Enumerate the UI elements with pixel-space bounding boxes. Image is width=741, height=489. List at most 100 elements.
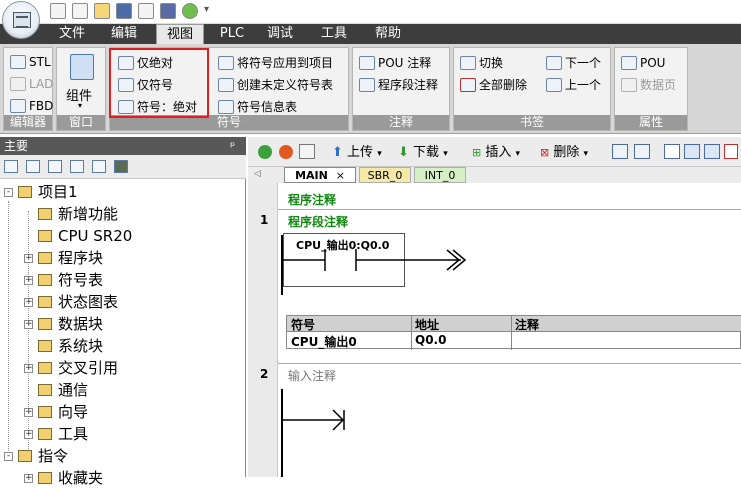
- tree-item[interactable]: 新增功能: [0, 203, 240, 225]
- tree-item[interactable]: + 程序块: [0, 247, 240, 269]
- apply-symbols-button[interactable]: 将符号应用到项目: [218, 53, 333, 73]
- tree-node-icon: [38, 406, 52, 418]
- compile-icon[interactable]: [299, 144, 315, 159]
- insert-button[interactable]: ⊞ 插入 ▾: [472, 144, 520, 162]
- run-icon[interactable]: [258, 145, 272, 159]
- upload-button[interactable]: ⬆ 上传 ▾: [332, 144, 382, 162]
- expand-icon[interactable]: +: [24, 254, 33, 263]
- menu-tab-help[interactable]: 帮助: [368, 24, 408, 44]
- pou-comment-label: POU 注释: [378, 56, 432, 70]
- menu-tab-plc[interactable]: PLC: [212, 24, 252, 44]
- menu-tab-tools[interactable]: 工具: [314, 24, 354, 44]
- tab-sbr0[interactable]: SBR_0: [359, 167, 411, 183]
- toggle-label: 切换: [479, 56, 504, 70]
- previous-label: 上一个: [565, 78, 602, 92]
- next-bookmark-button[interactable]: 下一个: [546, 53, 601, 73]
- view-icon-3[interactable]: [48, 160, 62, 173]
- tree-node-icon: [38, 362, 52, 374]
- tree-item[interactable]: - 项目1: [0, 181, 240, 203]
- lad-button[interactable]: LAD: [10, 74, 53, 94]
- open-folder-icon[interactable]: [94, 3, 110, 19]
- network-comment-placeholder[interactable]: 输入注释: [288, 367, 336, 384]
- network-comment[interactable]: 程序段注释: [288, 213, 348, 230]
- bookmark-next-icon[interactable]: [704, 144, 720, 159]
- pin-icon[interactable]: ᵖ: [230, 137, 235, 155]
- quick-access-dropdown-icon[interactable]: ▾: [204, 4, 209, 15]
- bookmark-toggle-icon[interactable]: [664, 144, 680, 159]
- tree-item-label: 向导: [58, 403, 89, 421]
- bookmark-prev-icon[interactable]: [684, 144, 700, 159]
- expand-icon[interactable]: +: [24, 364, 33, 373]
- fbd-label: FBD: [29, 99, 54, 113]
- app-logo[interactable]: [2, 1, 40, 39]
- component-dropdown-icon[interactable]: ▾: [78, 101, 82, 110]
- program-comment[interactable]: 程序注释: [288, 191, 336, 208]
- tree-item[interactable]: + 数据块: [0, 313, 240, 335]
- print-icon[interactable]: [138, 3, 154, 19]
- ladder-editor[interactable]: 程序注释 1 程序段注释 CPU_输出0:Q0.0 符号 地址 注释 CPU_输…: [248, 183, 741, 477]
- download-button[interactable]: ⬇ 下载 ▾: [398, 144, 448, 162]
- run-icon[interactable]: [160, 3, 176, 19]
- expand-icon[interactable]: +: [24, 298, 33, 307]
- view-icon-1[interactable]: [4, 160, 18, 173]
- bookmark-delete-icon[interactable]: [724, 144, 738, 159]
- network-icon-1[interactable]: [612, 144, 628, 159]
- empty-rung[interactable]: [283, 405, 363, 435]
- new-file-icon[interactable]: [72, 3, 88, 19]
- tab-scroll-left-icon[interactable]: ◁: [254, 169, 261, 179]
- save-icon[interactable]: [116, 3, 132, 19]
- tree-item[interactable]: + 工具: [0, 423, 240, 445]
- tab-main[interactable]: MAIN ×: [284, 167, 356, 183]
- pou-property-button[interactable]: POU: [621, 53, 665, 73]
- tree-item[interactable]: + 状态图表: [0, 291, 240, 313]
- pou-comment-button[interactable]: POU 注释: [359, 53, 431, 73]
- status-icon[interactable]: [182, 3, 198, 19]
- menu-tab-debug[interactable]: 调试: [260, 24, 300, 44]
- fbd-icon: [10, 98, 26, 113]
- menu-tab-edit[interactable]: 编辑: [104, 24, 144, 44]
- delete-label: 删除: [553, 145, 580, 160]
- expand-icon[interactable]: +: [24, 408, 33, 417]
- tree-item[interactable]: + 收藏夹: [0, 467, 240, 489]
- expand-icon[interactable]: +: [24, 430, 33, 439]
- comment-group-title: 注释: [353, 115, 449, 130]
- tree-node-icon: [38, 340, 52, 352]
- tree-item[interactable]: 系统块: [0, 335, 240, 357]
- view-icon-2[interactable]: [26, 160, 40, 173]
- view-icon-4[interactable]: [70, 160, 84, 173]
- data-page-icon: [621, 77, 637, 92]
- tree-item[interactable]: + 交叉引用: [0, 357, 240, 379]
- collapse-icon[interactable]: -: [4, 188, 13, 197]
- fbd-button[interactable]: FBD: [10, 96, 53, 116]
- previous-bookmark-button[interactable]: 上一个: [546, 75, 601, 95]
- pou-comment-icon: [359, 55, 375, 70]
- tree-item[interactable]: CPU SR20: [0, 225, 240, 247]
- delete-button[interactable]: ⊠ 删除 ▾: [540, 144, 588, 162]
- stl-button[interactable]: STL: [10, 52, 51, 72]
- tab-close-icon[interactable]: ×: [336, 169, 345, 182]
- network-icon-2[interactable]: [634, 144, 650, 159]
- data-page-button[interactable]: 数据页: [621, 75, 676, 95]
- symbol-options-highlight: [109, 48, 209, 118]
- menu-tab-file[interactable]: 文件: [52, 24, 92, 44]
- view-icon-5[interactable]: [92, 160, 106, 173]
- menu-tab-view[interactable]: 视图: [156, 24, 204, 45]
- tree-item[interactable]: - 指令: [0, 445, 240, 467]
- expand-icon[interactable]: +: [24, 320, 33, 329]
- tree-item[interactable]: + 符号表: [0, 269, 240, 291]
- tab-int0[interactable]: INT_0: [414, 167, 466, 183]
- symbol-info-table-button[interactable]: 符号信息表: [218, 97, 297, 117]
- expand-icon[interactable]: +: [24, 474, 33, 483]
- create-table-icon: [218, 77, 234, 92]
- communication-icon[interactable]: [114, 160, 128, 173]
- collapse-icon[interactable]: -: [4, 452, 13, 461]
- network-comment-button[interactable]: 程序段注释: [359, 75, 438, 95]
- tree-item[interactable]: 通信: [0, 379, 240, 401]
- create-undefined-symbols-button[interactable]: 创建未定义符号表: [218, 75, 333, 95]
- toggle-bookmark-button[interactable]: 切换: [460, 53, 503, 73]
- expand-icon[interactable]: +: [24, 276, 33, 285]
- tree-item[interactable]: + 向导: [0, 401, 240, 423]
- stop-icon[interactable]: [279, 145, 293, 159]
- delete-all-bookmarks-button[interactable]: 全部删除: [460, 75, 527, 95]
- checkmark-icon[interactable]: [50, 3, 66, 19]
